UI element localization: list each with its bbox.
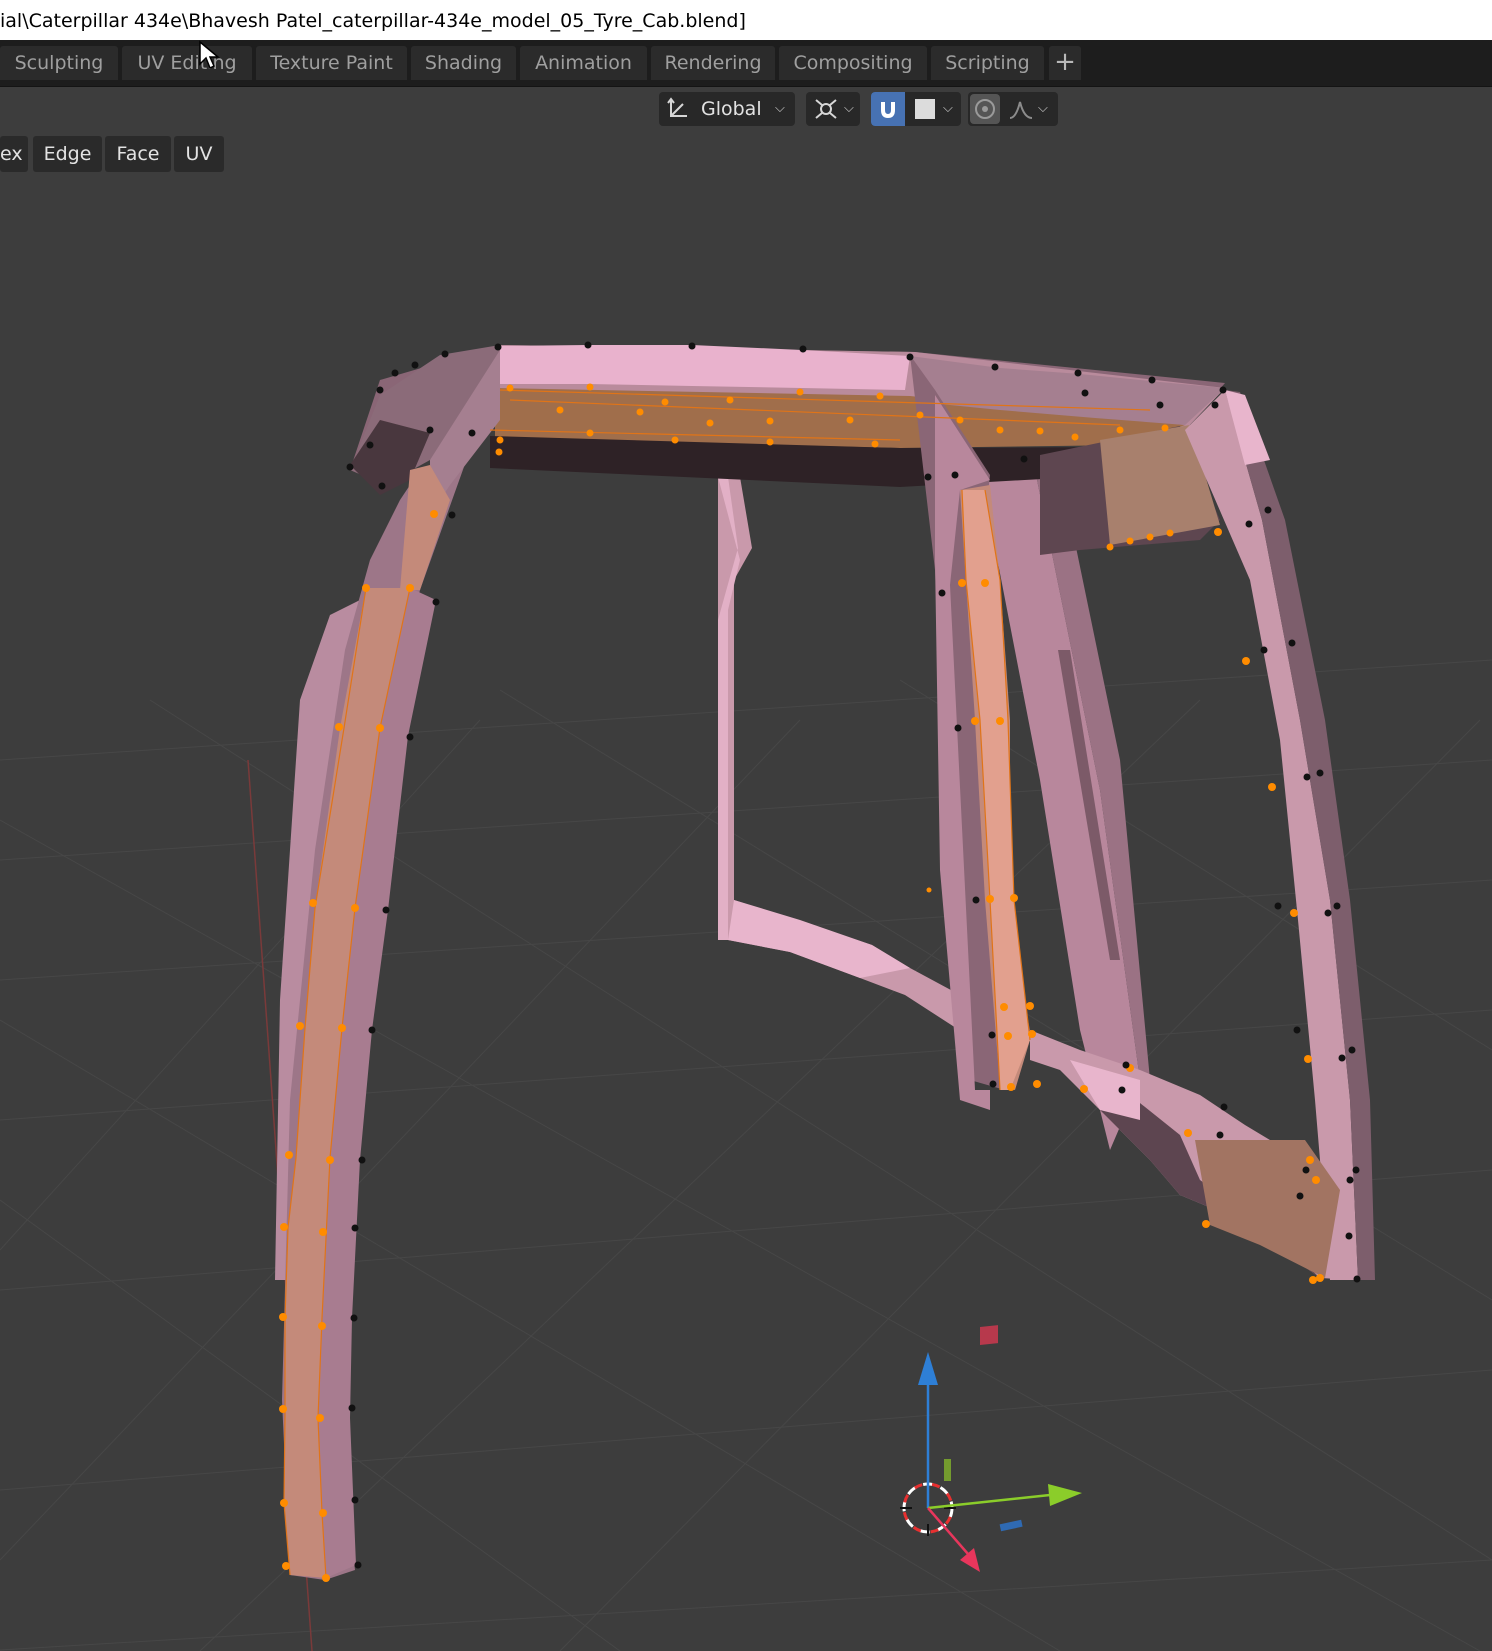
- pivot-point-dropdown[interactable]: ⌵: [806, 92, 860, 126]
- 3d-viewport[interactable]: Global ⌵ ⌵ ⌵ ⌵ ex Edge Face UV: [0, 87, 1492, 1651]
- orientation-axes-icon: [667, 96, 691, 120]
- pivot-point-icon: [813, 97, 839, 125]
- mesh-lower-bar: [1030, 1030, 1358, 1280]
- chevron-down-icon: ⌵: [844, 101, 854, 116]
- mesh-left-pillar: [275, 350, 500, 1580]
- transform-gizmo: [918, 1325, 1082, 1572]
- mesh-roof: [350, 345, 1225, 555]
- uv-menu[interactable]: UV: [174, 136, 224, 172]
- tab-texture-paint[interactable]: Texture Paint: [256, 46, 407, 80]
- transform-orientation-dropdown[interactable]: Global ⌵: [659, 92, 795, 126]
- chevron-down-icon: ⌵: [775, 101, 785, 116]
- tab-rendering[interactable]: Rendering: [651, 46, 775, 80]
- tab-shading[interactable]: Shading: [411, 46, 516, 80]
- square-snap-icon[interactable]: [915, 99, 935, 119]
- edge-menu[interactable]: Edge: [33, 136, 102, 172]
- add-workspace-button[interactable]: +: [1049, 46, 1081, 80]
- window-title: ial\Caterpillar 434e\Bhavesh Patel_cater…: [0, 0, 1492, 40]
- face-menu[interactable]: Face: [105, 136, 171, 172]
- proportional-edit-controls: ⌵: [968, 92, 1058, 126]
- proportional-edit-icon[interactable]: [970, 94, 1000, 124]
- viewport-scene[interactable]: [0, 87, 1492, 1651]
- chevron-down-icon: ⌵: [943, 101, 953, 116]
- transform-orientation-label: Global: [701, 98, 762, 120]
- magnet-icon[interactable]: [871, 92, 905, 126]
- tab-sculpting[interactable]: Sculpting: [0, 46, 118, 80]
- chevron-down-icon: ⌵: [1038, 101, 1048, 116]
- falloff-curve-icon[interactable]: [1008, 98, 1034, 124]
- tab-animation[interactable]: Animation: [520, 46, 647, 80]
- tab-compositing[interactable]: Compositing: [779, 46, 927, 80]
- vertex-menu[interactable]: ex: [0, 136, 28, 172]
- workspace-tab-bar: Sculpting UV Editing Texture Paint Shadi…: [0, 40, 1492, 87]
- tab-scripting[interactable]: Scripting: [931, 46, 1044, 80]
- mouse-pointer-icon: [198, 40, 221, 74]
- selected-vertices: [279, 383, 1324, 1582]
- snap-controls: ⌵: [871, 92, 961, 126]
- tab-uv-editing[interactable]: UV Editing: [122, 46, 252, 80]
